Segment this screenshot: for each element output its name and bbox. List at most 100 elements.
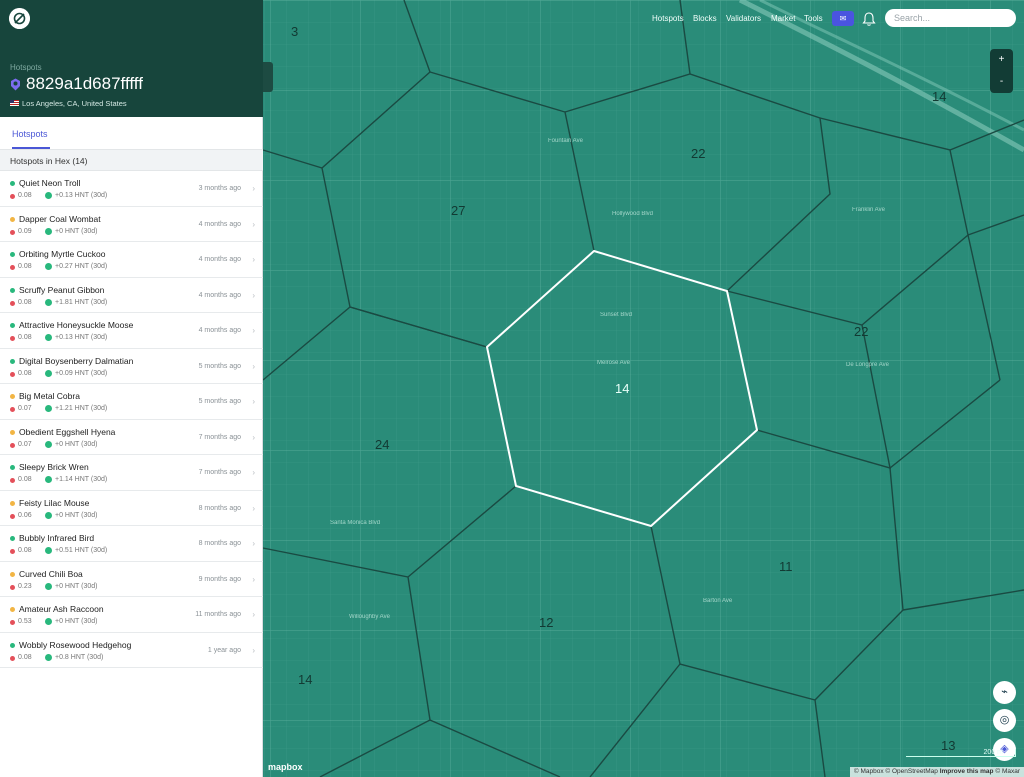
mapbox-logo[interactable]: mapbox xyxy=(268,762,303,772)
added-time: 4 months ago xyxy=(198,220,241,228)
nav-blocks-link[interactable]: Blocks xyxy=(693,14,717,23)
reward-scale: 0.08 xyxy=(18,653,32,661)
status-dot xyxy=(10,536,15,541)
earnings: +0.8 HNT (30d) xyxy=(55,653,104,661)
hnt-icon xyxy=(45,369,52,377)
list-item[interactable]: Bubbly Infrared Bird 0.08 +0.51 HNT (30d) 8… xyxy=(0,526,263,562)
hotspot-name: Dapper Coal Wombat xyxy=(19,213,101,224)
hnt-icon xyxy=(45,405,52,412)
reward-scale: 0.08 xyxy=(18,369,32,377)
hnt-icon xyxy=(45,511,52,519)
status-dot xyxy=(10,571,15,577)
reward-scale-dot xyxy=(10,265,15,270)
street-label: Barton Ave xyxy=(703,598,733,604)
list-item[interactable]: Sleepy Brick Wren 0.08 +1.14 HNT (30d) 7 mo… xyxy=(0,455,263,491)
reward-scale-dot xyxy=(10,584,15,590)
status-dot xyxy=(10,607,15,612)
list-item[interactable]: Digital Boysenberry Dalmatian 0.08 +0.09 H… xyxy=(0,349,263,384)
measure-button[interactable]: ⌁ xyxy=(993,681,1016,704)
hotspot-list: Quiet Neon Troll 0.08 +0.13 HNT (30d) 3 mon… xyxy=(0,171,263,668)
reward-scale: 0.09 xyxy=(18,227,32,235)
hnt-icon xyxy=(45,547,52,554)
explorer-logo-icon[interactable] xyxy=(9,8,30,29)
status-dot xyxy=(10,287,15,293)
list-item[interactable]: Quiet Neon Troll 0.08 +0.13 HNT (30d) 3 mon… xyxy=(0,171,263,207)
selected-hex-count-label: 14 xyxy=(615,381,630,396)
hex-count-label: 14 xyxy=(298,672,313,687)
zoom-out-button[interactable]: - xyxy=(990,71,1013,93)
reward-scale-dot xyxy=(10,442,15,448)
status-dot xyxy=(10,216,15,222)
hotspot-name: Attractive Honeysuckle Moose xyxy=(19,320,134,330)
street-label: Willoughby Ave xyxy=(349,614,390,620)
nav-market-link[interactable]: Market xyxy=(771,14,795,23)
added-time: 5 months ago xyxy=(198,398,241,405)
list-item[interactable]: Curved Chili Boa 0.23 +0 HNT (30d) 9 months… xyxy=(0,562,263,597)
list-item[interactable]: Feisty Lilac Mouse 0.06 +0 HNT (30d) 8 mont… xyxy=(0,491,263,526)
added-time: 4 months ago xyxy=(198,327,241,334)
chevron-right-icon: › xyxy=(252,290,255,300)
status-dot xyxy=(10,642,15,648)
chat-icon: ✉ xyxy=(839,14,847,23)
earnings: +1.21 HNT (30d) xyxy=(55,405,108,412)
list-item[interactable]: Big Metal Cobra 0.07 +1.21 HNT (30d) 5 mont… xyxy=(0,384,263,420)
hnt-icon xyxy=(45,618,52,625)
list-item[interactable]: Scruffy Peanut Gibbon 0.08 +1.81 HNT (30d)… xyxy=(0,278,263,313)
list-item[interactable]: Obedient Eggshell Hyena 0.07 +0 HNT (30d) 7… xyxy=(0,420,263,455)
earnings: +0.09 HNT (30d) xyxy=(55,369,108,377)
hotspot-name: Big Metal Cobra xyxy=(19,391,80,401)
hnt-icon xyxy=(45,582,52,590)
feedback-button[interactable]: ✉ xyxy=(832,11,854,26)
nav-hotspots-link[interactable]: Hotspots xyxy=(652,14,684,23)
list-item[interactable]: Orbiting Myrtle Cuckoo 0.08 +0.27 HNT (30d… xyxy=(0,242,263,278)
hnt-icon xyxy=(45,334,52,341)
list-item[interactable]: Wobbly Rosewood Hedgehog 0.08 +0.8 HNT (30… xyxy=(0,633,263,668)
hotspot-name: Orbiting Myrtle Cuckoo xyxy=(19,249,106,259)
chevron-right-icon: › xyxy=(252,503,255,513)
geolocate-button[interactable]: ◎ xyxy=(993,709,1016,732)
attribution-maxar[interactable]: © Maxar xyxy=(995,768,1020,775)
zoom-in-button[interactable]: + xyxy=(990,49,1013,71)
reward-scale-dot xyxy=(10,478,15,483)
us-flag-icon xyxy=(10,100,19,106)
reward-scale: 0.07 xyxy=(18,405,32,412)
nav-tools-link[interactable]: Tools xyxy=(804,14,823,23)
attribution-text[interactable]: © Mapbox © OpenStreetMap xyxy=(854,768,938,775)
earnings: +0 HNT (30d) xyxy=(55,618,98,625)
hotspot-name: Feisty Lilac Mouse xyxy=(19,497,90,508)
added-time: 4 months ago xyxy=(198,256,241,263)
chevron-right-icon: › xyxy=(252,255,255,264)
reward-scale: 0.08 xyxy=(18,334,32,341)
list-item[interactable]: Amateur Ash Raccoon 0.53 +0 HNT (30d) 11 mo… xyxy=(0,597,263,633)
sidebar-collapse-handle[interactable] xyxy=(263,62,273,92)
hotspot-name: Curved Chili Boa xyxy=(19,568,83,579)
header-kicker: Hotspots xyxy=(10,63,42,72)
chevron-right-icon: › xyxy=(252,361,255,371)
nav-validators-link[interactable]: Validators xyxy=(726,14,761,23)
bell-icon[interactable] xyxy=(862,11,876,27)
earnings: +0 HNT (30d) xyxy=(55,227,98,235)
street-label: Melrose Ave xyxy=(597,360,630,366)
chevron-right-icon: › xyxy=(252,432,255,442)
earnings: +0.13 HNT (30d) xyxy=(55,192,108,199)
hnt-icon xyxy=(45,476,52,483)
chevron-right-icon: › xyxy=(252,326,255,335)
hotspot-name: Quiet Neon Troll xyxy=(19,178,81,188)
reward-scale-dot xyxy=(10,620,15,625)
tab-hotspots[interactable]: Hotspots xyxy=(12,129,48,139)
list-item[interactable]: Dapper Coal Wombat 0.09 +0 HNT (30d) 4 mont… xyxy=(0,207,263,242)
street-label: Santa Monica Blvd xyxy=(330,520,381,526)
list-item[interactable]: Attractive Honeysuckle Moose 0.08 +0.13 HN… xyxy=(0,313,263,349)
earnings: +1.14 HNT (30d) xyxy=(55,476,108,483)
improve-map-link[interactable]: Improve this map xyxy=(940,768,994,775)
zoom-control: + - xyxy=(990,49,1013,93)
status-dot xyxy=(10,500,15,506)
reward-scale-dot xyxy=(10,300,15,306)
chevron-right-icon: › xyxy=(252,610,255,619)
street-label: Fountain Ave xyxy=(548,138,583,144)
earnings: +0.27 HNT (30d) xyxy=(55,263,108,270)
search-input[interactable] xyxy=(885,9,1016,27)
status-dot xyxy=(10,181,15,186)
added-time: 4 months ago xyxy=(198,291,241,299)
sidebar: Hotspots 8829a1d687fffff Los Angeles, CA… xyxy=(0,0,263,777)
